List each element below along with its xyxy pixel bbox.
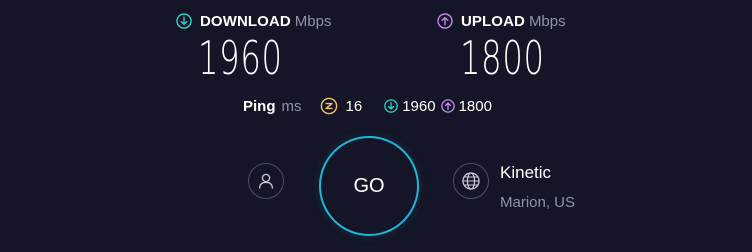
upload-header: UPLOAD Mbps <box>437 11 566 31</box>
upload-unit: Mbps <box>528 12 566 30</box>
ping-unit: ms <box>281 97 302 115</box>
upload-arrow-icon <box>437 13 453 29</box>
download-label: DOWNLOAD <box>200 12 291 30</box>
download-header: DOWNLOAD Mbps <box>176 11 331 31</box>
provider-name: Kinetic <box>500 163 552 182</box>
upload-value: 1800 <box>460 31 545 85</box>
globe-icon <box>461 171 481 191</box>
ping-label: Ping <box>243 97 276 115</box>
provider-location[interactable]: Marion, US <box>500 194 575 211</box>
ping-upload-value: 1800 <box>458 97 492 115</box>
download-value: 1960 <box>198 31 283 85</box>
ping-row: Ping ms 16 1960 1800 <box>243 96 492 116</box>
change-server-button[interactable] <box>453 163 489 199</box>
user-icon <box>256 171 276 191</box>
download-arrow-icon <box>176 13 192 29</box>
ping-download-value: 1960 <box>402 97 436 115</box>
download-small-icon <box>384 99 398 113</box>
go-button[interactable]: GO <box>319 136 419 236</box>
go-button-label: GO <box>353 174 385 197</box>
ping-value: 16 <box>345 97 363 115</box>
upload-label: UPLOAD <box>461 12 525 30</box>
ping-icon <box>320 97 338 115</box>
account-button[interactable] <box>248 163 284 199</box>
download-unit: Mbps <box>294 12 332 30</box>
upload-small-icon <box>440 99 455 113</box>
